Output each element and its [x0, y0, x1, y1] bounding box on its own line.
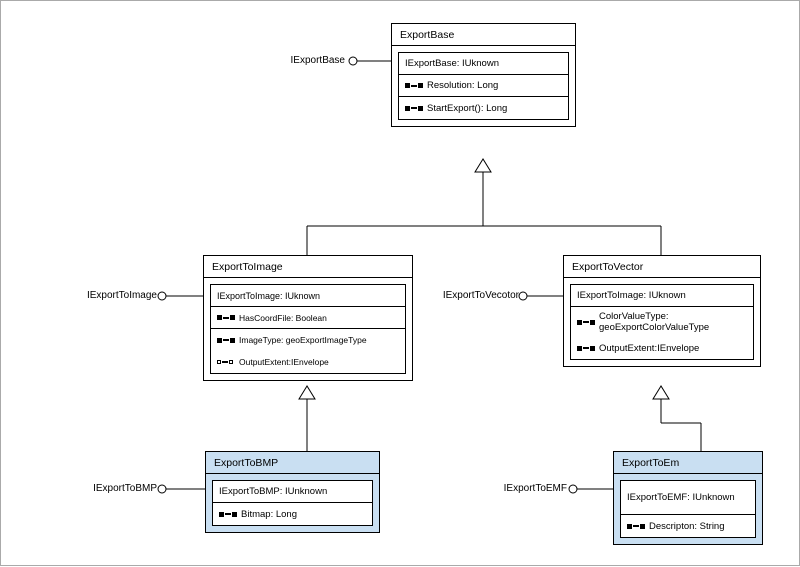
class-title: ExportToBMP [206, 452, 379, 474]
class-exporttobmp: ExportToBMP IExportToBMP: IUnknown Bitma… [205, 451, 380, 533]
class-exporttoimage: ExportToImage IExportToImage: IUknown Ha… [203, 255, 413, 381]
member-row: OutputExtent:IEnvelope [211, 351, 405, 373]
lollipop-label-exportbase: IExportBase [281, 55, 345, 66]
member-row: IExportToImage: IUknown [211, 285, 405, 307]
lollipop-label-exporttoemf: IExportToEMF [493, 483, 567, 494]
class-exporttoem: ExportToEm IExportToEMF: IUnknown Descri… [613, 451, 763, 545]
lollipop-label-exporttoimage: IExportToImage [77, 290, 157, 301]
member-row: StartExport(): Long [399, 97, 568, 119]
class-members: IExportToImage: IUknown ColorValueType: … [570, 284, 754, 360]
class-title: ExportToEm [614, 452, 762, 474]
member-row: Descripton: String [621, 515, 755, 537]
class-members: IExportToEMF: IUnknown Descripton: Strin… [620, 480, 756, 538]
class-members: IExportBase: IUknown Resolution: Long St… [398, 52, 569, 120]
member-row: IExportToImage: IUknown [571, 285, 753, 307]
class-members: IExportToBMP: IUnknown Bitmap: Long [212, 480, 373, 526]
class-members: IExportToImage: IUknown HasCoordFile: Bo… [210, 284, 406, 374]
class-title: ExportBase [392, 24, 575, 46]
member-row: HasCoordFile: Boolean [211, 307, 405, 329]
member-row: Bitmap: Long [213, 503, 372, 525]
member-row: OutputExtent:IEnvelope [571, 337, 753, 359]
class-title: ExportToImage [204, 256, 412, 278]
member-row: ImageType: geoExportImageType [211, 329, 405, 351]
class-exportbase: ExportBase IExportBase: IUknown Resoluti… [391, 23, 576, 127]
class-exporttovector: ExportToVector IExportToImage: IUknown C… [563, 255, 761, 367]
member-row: IExportBase: IUknown [399, 53, 568, 75]
member-row: IExportToBMP: IUnknown [213, 481, 372, 503]
lollipop-label-exporttovector: IExportToVecotor [431, 290, 519, 301]
class-title: ExportToVector [564, 256, 760, 278]
diagram-canvas: ExportBase IExportBase: IUknown Resoluti… [0, 0, 800, 566]
lollipop-label-exporttobmp: IExportToBMP [83, 483, 157, 494]
member-row: Resolution: Long [399, 75, 568, 97]
member-row: ColorValueType: geoExportColorValueType [571, 307, 753, 337]
member-row: IExportToEMF: IUnknown [621, 481, 755, 515]
